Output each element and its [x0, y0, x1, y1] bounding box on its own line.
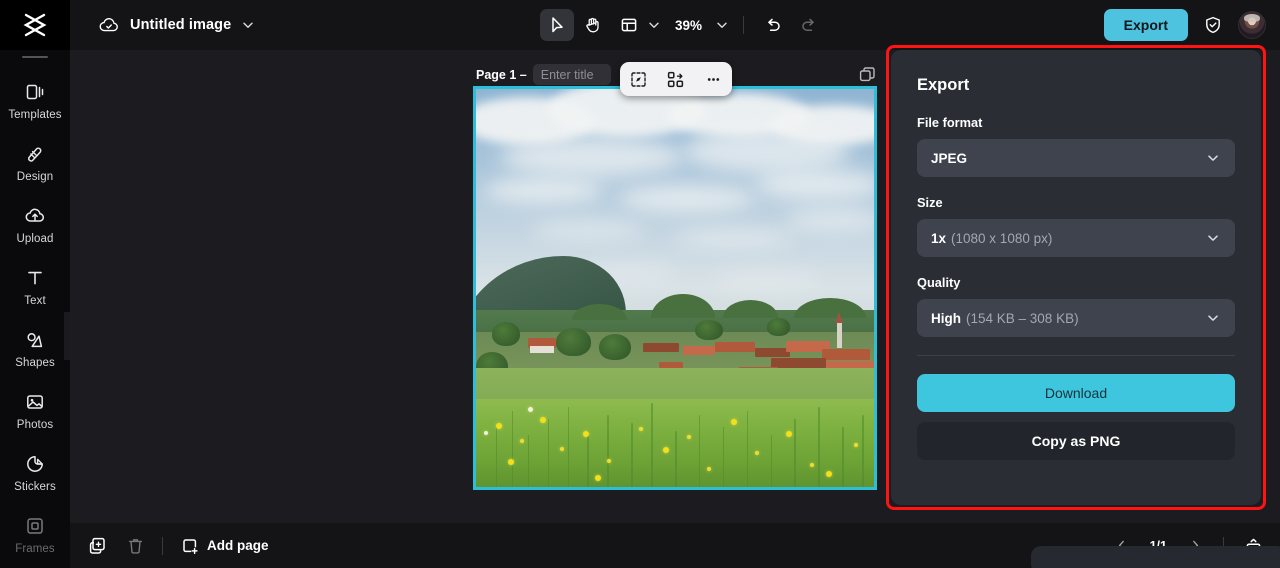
chevron-down-icon [1208, 155, 1218, 161]
sidebar-item-text[interactable]: Text [0, 256, 70, 318]
sidebar-label: Frames [15, 543, 55, 555]
export-panel-title: Export [917, 76, 970, 94]
export-button[interactable]: Export [1103, 9, 1188, 41]
page-title-input[interactable] [532, 64, 611, 85]
frames-icon [27, 518, 43, 534]
more-options-icon [707, 77, 719, 81]
size-label: Size [917, 195, 943, 210]
zoom-level-value: 39% [675, 17, 703, 33]
toolbar-divider [743, 16, 745, 34]
image-floating-toolbar [620, 62, 732, 96]
copy-page-icon [859, 67, 875, 82]
add-page-label: Add page [207, 538, 269, 553]
duplicate-page-button[interactable] [84, 533, 110, 559]
hand-tool-button[interactable] [576, 9, 610, 41]
layout-tool-button[interactable] [612, 9, 663, 41]
top-bar: Untitled image 39% Export [0, 0, 1280, 50]
add-page-button[interactable]: Add page [181, 537, 269, 555]
shield-check-icon [1206, 16, 1220, 34]
sidebar-label: Shapes [15, 357, 55, 369]
file-format-label: File format [917, 115, 983, 130]
size-detail: (1080 x 1080 px) [951, 230, 1053, 246]
canvas-image [476, 89, 874, 487]
redo-icon [802, 18, 814, 31]
center-tool-group: 39% [540, 0, 826, 50]
sidebar-item-templates[interactable]: Templates [0, 70, 70, 132]
left-sidebar: Templates Design Upload Text Shapes Phot… [0, 50, 80, 568]
chevron-down-icon [1208, 235, 1218, 241]
capcut-logo-icon [23, 13, 47, 37]
export-panel: Export File format JPEG Size 1x (1080 x … [891, 50, 1261, 505]
document-title-group[interactable]: Untitled image [98, 14, 255, 36]
undo-icon [768, 18, 780, 31]
quality-value: High [931, 310, 961, 326]
sidebar-item-stickers[interactable]: Stickers [0, 442, 70, 504]
sidebar-label: Templates [8, 109, 62, 121]
delete-page-button[interactable] [122, 533, 148, 559]
sidebar-label: Stickers [14, 481, 56, 493]
cloud-check-icon [99, 18, 118, 32]
copy-as-png-button[interactable]: Copy as PNG [917, 422, 1235, 460]
background-panel-edge [1031, 546, 1280, 568]
zoom-control[interactable]: 39% [665, 18, 731, 33]
trash-icon [128, 539, 142, 554]
size-select[interactable]: 1x (1080 x 1080 px) [917, 219, 1235, 257]
sidebar-item-photos[interactable]: Photos [0, 380, 70, 442]
bottom-divider [162, 536, 163, 555]
download-button[interactable]: Download [917, 374, 1235, 412]
avatar[interactable] [1238, 11, 1266, 39]
sidebar-item-design[interactable]: Design [0, 132, 70, 194]
shapes-icon [27, 333, 43, 348]
add-page-icon [183, 538, 198, 554]
app-logo[interactable] [0, 0, 70, 50]
sidebar-item-shapes[interactable]: Shapes [0, 318, 70, 380]
quality-label: Quality [917, 275, 961, 290]
file-format-select[interactable]: JPEG [917, 139, 1235, 177]
sidebar-top-divider [22, 56, 48, 58]
size-value: 1x [931, 230, 947, 246]
chevron-down-icon[interactable] [241, 18, 255, 32]
quality-select[interactable]: High (154 KB – 308 KB) [917, 299, 1235, 337]
chevron-down-icon [1208, 315, 1218, 321]
sidebar-label: Design [16, 171, 54, 183]
top-right-group: Export [1103, 0, 1266, 50]
hand-tool-icon [586, 17, 599, 33]
sidebar-label: Upload [16, 233, 54, 245]
replace-swap-icon [668, 71, 684, 87]
duplicate-page-icon-button[interactable] [856, 64, 878, 86]
sidebar-item-frames[interactable]: Frames [0, 504, 70, 566]
design-icon [28, 147, 42, 162]
text-icon [28, 271, 42, 285]
magic-select-icon [631, 71, 646, 87]
duplicate-page-icon [89, 537, 105, 554]
layout-tool-icon [621, 18, 637, 32]
document-title: Untitled image [130, 17, 232, 33]
layout-chevron-down-icon [649, 22, 659, 28]
security-shield-button[interactable] [1200, 12, 1226, 38]
page-number-label: Page 1 – [476, 67, 527, 82]
undo-button[interactable] [756, 9, 790, 41]
cursor-tool-button[interactable] [540, 9, 574, 41]
quality-detail: (154 KB – 308 KB) [966, 310, 1079, 326]
artboard-selected[interactable] [473, 86, 877, 490]
magic-select-button[interactable] [626, 66, 652, 92]
sidebar-label: Photos [16, 419, 54, 431]
cursor-tool-icon [552, 17, 563, 33]
page-label-group: Page 1 – [476, 64, 611, 85]
app-root: Untitled image 39% Export Templates Desi… [0, 0, 1280, 568]
stickers-icon [27, 456, 43, 472]
zoom-chevron-down-icon [717, 22, 727, 28]
panel-divider [917, 355, 1235, 356]
sidebar-label: Text [24, 295, 46, 307]
more-options-button[interactable] [700, 66, 726, 92]
templates-icon [26, 84, 44, 100]
redo-button[interactable] [792, 9, 826, 41]
upload-cloud-icon [25, 208, 45, 222]
replace-swap-button[interactable] [663, 66, 689, 92]
sidebar-item-upload[interactable]: Upload [0, 194, 70, 256]
file-format-value: JPEG [931, 150, 968, 166]
photos-icon [27, 395, 43, 409]
